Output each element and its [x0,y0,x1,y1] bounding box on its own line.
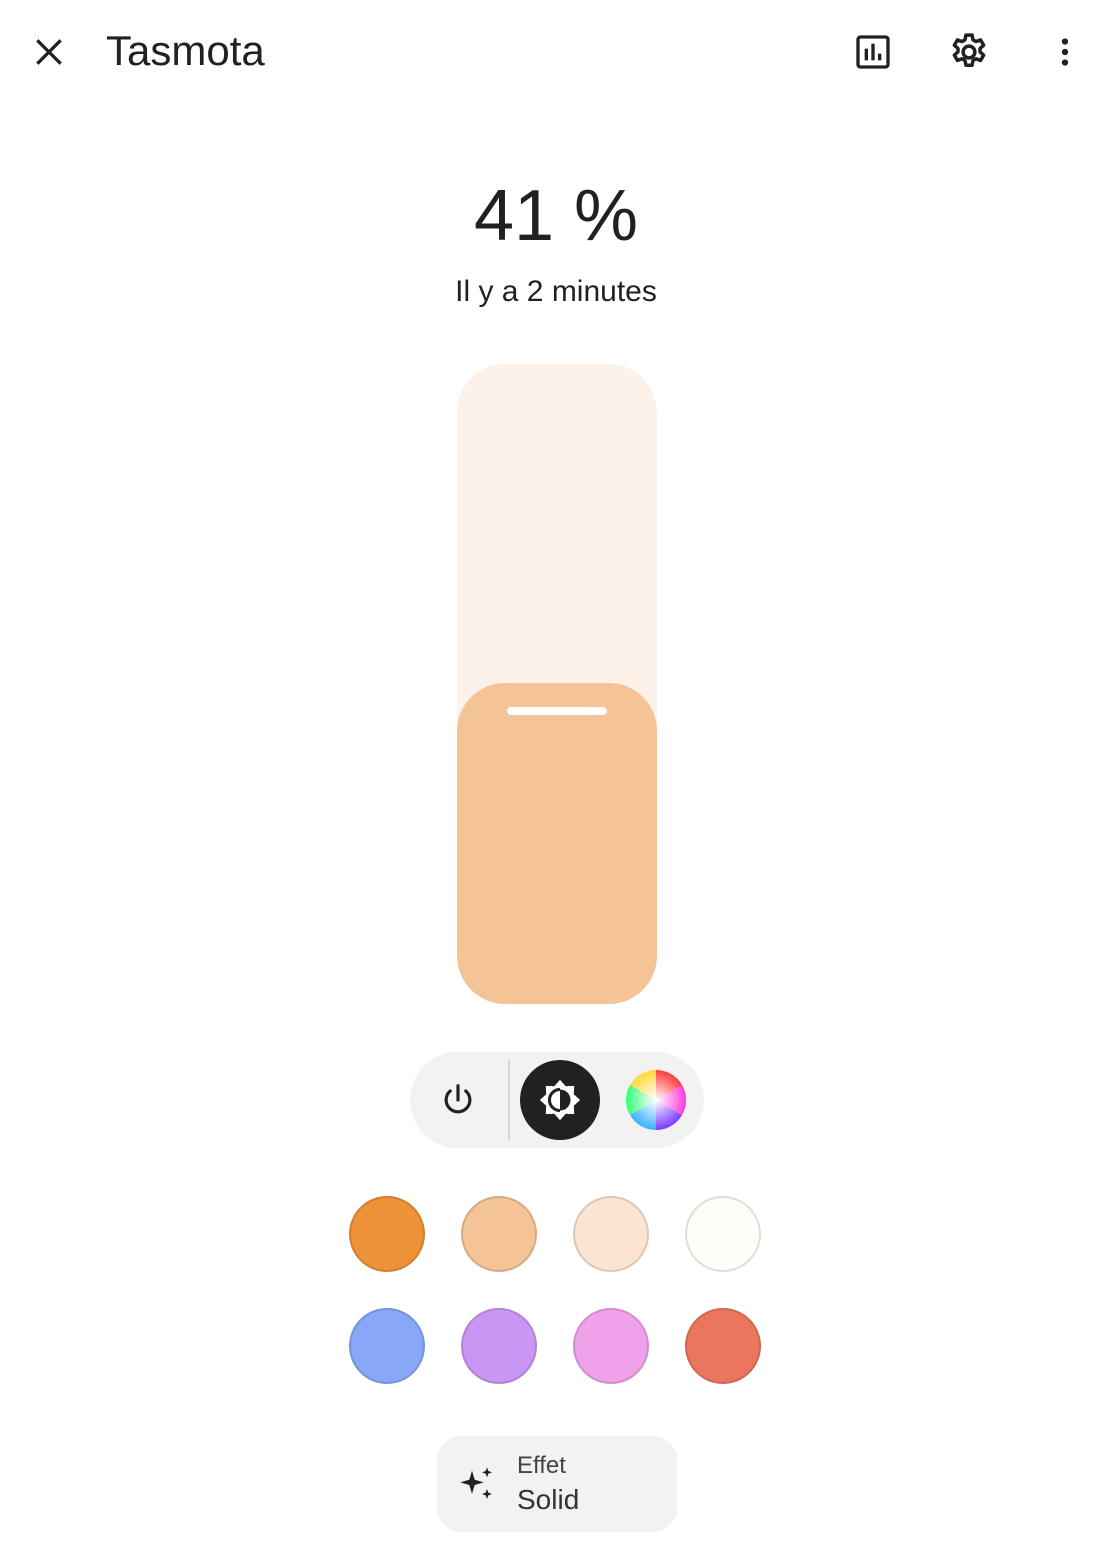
brightness-value: 41 % [473,176,639,256]
favorite-color-6[interactable] [461,1308,537,1384]
favorite-color-2[interactable] [461,1196,537,1272]
effect-label: Effet [517,1452,566,1479]
brightness-slider-handle[interactable] [507,707,607,715]
sparkles-icon [460,1467,492,1499]
page-title: Tasmota [106,27,265,74]
power-button[interactable] [418,1060,498,1140]
effect-select[interactable]: Effet Solid [437,1436,677,1532]
brightness-icon [539,1079,581,1121]
favorite-color-3[interactable] [573,1196,649,1272]
more-vert-icon [1061,38,1069,66]
favorite-color-8[interactable] [685,1308,761,1384]
brightness-slider-fill [457,683,657,1004]
close-icon [36,39,62,65]
brightness-mode-button[interactable] [520,1060,600,1140]
settings-button[interactable] [937,20,1001,84]
effect-value: Solid [517,1484,580,1515]
brightness-slider[interactable] [457,364,657,1004]
chart-icon [856,35,890,69]
more-options-button[interactable] [1033,20,1097,84]
favorite-color-1[interactable] [349,1196,425,1272]
favorite-color-5[interactable] [349,1308,425,1384]
favorite-color-7[interactable] [573,1308,649,1384]
last-changed: Il y a 2 minutes [455,275,657,308]
mode-selector [410,1052,704,1148]
history-button[interactable] [841,20,905,84]
favorite-color-4[interactable] [685,1196,761,1272]
power-icon [444,1084,472,1114]
color-mode-button[interactable] [616,1060,696,1140]
color-wheel-icon [626,1070,686,1130]
top-bar: Tasmota [0,0,1112,104]
mode-divider [508,1060,510,1140]
gear-icon [952,33,986,67]
close-button[interactable] [17,20,81,84]
